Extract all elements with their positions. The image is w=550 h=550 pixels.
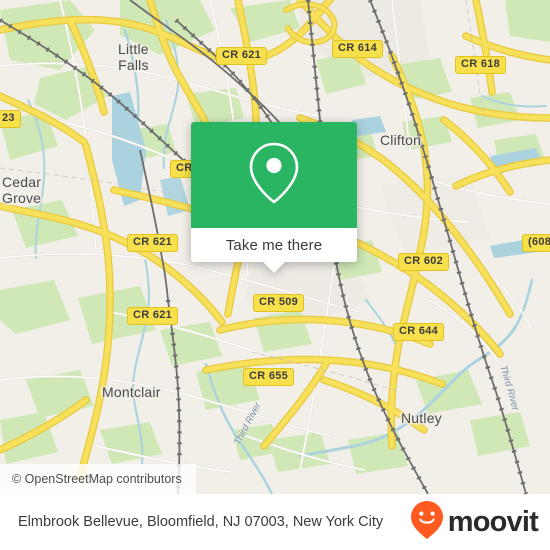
- moovit-pin-smiley-icon: [410, 500, 444, 545]
- road-shield-cr-621: CR 621: [127, 234, 179, 252]
- map-canvas[interactable]: .park { fill:#cfe8b6; } .res { fill:#eae…: [0, 0, 550, 494]
- popup-header: [191, 122, 357, 228]
- road-shield-cr-655: CR 655: [243, 368, 295, 386]
- road-shield-cr-509: CR 509: [253, 294, 305, 312]
- road-shield-cr-618: CR 618: [455, 56, 507, 74]
- road-shield-cr-621: CR 621: [127, 307, 179, 325]
- moovit-brand[interactable]: moovit: [410, 500, 539, 545]
- road-shield-23: 23: [0, 110, 21, 128]
- popup-pointer-tail: [263, 262, 285, 273]
- take-me-there-label: Take me there: [225, 236, 323, 254]
- road-shield-cr-644: CR 644: [393, 323, 445, 341]
- moovit-wordmark: moovit: [447, 505, 539, 538]
- location-popup-card[interactable]: Take me there: [191, 122, 357, 273]
- bottom-info-bar: Elmbrook Bellevue, Bloomfield, NJ 07003,…: [0, 494, 550, 550]
- attribution-text: © OpenStreetMap contributors: [12, 472, 182, 486]
- map-pin-icon: [246, 140, 302, 211]
- road-shield-cr-614: CR 614: [332, 40, 384, 58]
- osm-attribution[interactable]: © OpenStreetMap contributors: [0, 464, 196, 494]
- take-me-there-button[interactable]: Take me there: [191, 228, 357, 262]
- road-shield-cr-621: CR 621: [216, 47, 268, 65]
- location-title: Elmbrook Bellevue, Bloomfield, NJ 07003,…: [18, 513, 384, 530]
- road-shield-cr-602: CR 602: [398, 253, 450, 271]
- road-shield-608: (608: [522, 234, 550, 252]
- map-screen: .park { fill:#cfe8b6; } .res { fill:#eae…: [0, 0, 550, 550]
